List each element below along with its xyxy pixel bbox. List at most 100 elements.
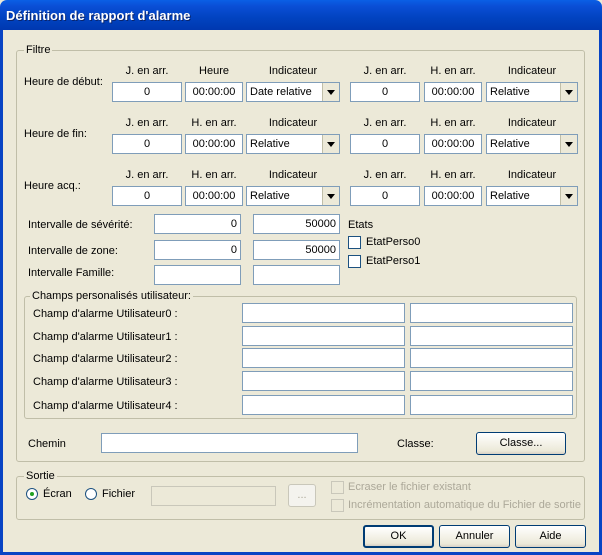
increment-label[interactable]: Incrémentation automatique du Fichier de… (348, 499, 581, 511)
champ-user4-input-1[interactable] (242, 395, 405, 415)
ecran-label[interactable]: Écran (43, 488, 72, 500)
fin-indicateur-2-select[interactable]: Relative (486, 134, 578, 154)
heure-debut-label: Heure de début: (24, 76, 103, 88)
header-indicateur-1: Indicateur (268, 169, 318, 181)
etat-perso1-checkbox[interactable] (348, 255, 361, 268)
fichier-path-input[interactable] (151, 486, 276, 506)
header-h-arr-2: H. en arr. (430, 117, 476, 129)
ecraser-label[interactable]: Ecraser le fichier existant (348, 481, 471, 493)
champ-user3-input-1[interactable] (242, 371, 405, 391)
browse-button[interactable]: ... (288, 484, 316, 507)
famille-label: Intervalle Famille: (28, 267, 115, 279)
fin-indicateur-value: Relative (250, 138, 290, 150)
header-j-arr-1: J. en arr. (125, 117, 169, 129)
classe-label: Classe: (397, 438, 434, 450)
alarm-report-dialog: Définition de rapport d'alarme Filtre J.… (0, 0, 602, 555)
severite-label: Intervalle de sévérité: (28, 219, 133, 231)
fin-h-arr-2-input[interactable]: 00:00:00 (424, 134, 482, 154)
chevron-down-icon[interactable] (560, 83, 577, 101)
header-h-arr-2: H. en arr. (430, 65, 476, 77)
fin-j-arr-2-input[interactable]: 0 (350, 134, 420, 154)
acq-indicateur-2-select[interactable]: Relative (486, 186, 578, 206)
debut-heure-input[interactable]: 00:00:00 (185, 82, 243, 102)
acq-j-arr-input[interactable]: 0 (112, 186, 182, 206)
zone-max-input[interactable]: 50000 (253, 240, 340, 260)
header-indicateur-2: Indicateur (507, 169, 557, 181)
aide-button[interactable]: Aide (515, 525, 586, 548)
champ-user2-input-1[interactable] (242, 348, 405, 368)
header-indicateur-2: Indicateur (507, 117, 557, 129)
fin-j-arr-input[interactable]: 0 (112, 134, 182, 154)
debut-h-arr-2-input[interactable]: 00:00:00 (424, 82, 482, 102)
window-title: Définition de rapport d'alarme (6, 8, 191, 23)
heure-fin-label: Heure de fin: (24, 128, 87, 140)
classe-button[interactable]: Classe... (476, 432, 566, 455)
debut-indicateur-value: Date relative (250, 86, 312, 98)
champ-user1-input-1[interactable] (242, 326, 405, 346)
header-j-arr-1: J. en arr. (125, 169, 169, 181)
famille-max-input[interactable] (253, 265, 340, 285)
header-heure: Heure (199, 65, 229, 77)
famille-min-input[interactable] (154, 265, 241, 285)
acq-h-arr-input[interactable]: 00:00:00 (185, 186, 243, 206)
zone-min-input[interactable]: 0 (154, 240, 241, 260)
header-h-arr-1: H. en arr. (191, 169, 237, 181)
ecran-radio[interactable] (26, 488, 38, 500)
filtre-legend: Filtre (24, 44, 53, 56)
heure-acq-label: Heure acq.: (24, 180, 81, 192)
chemin-input[interactable] (101, 433, 358, 453)
acq-indicateur-2-value: Relative (490, 190, 530, 202)
champ-user2-label: Champ d'alarme Utilisateur2 : (33, 353, 178, 365)
header-h-arr-1: H. en arr. (191, 117, 237, 129)
header-h-arr-2: H. en arr. (430, 169, 476, 181)
acq-indicateur-value: Relative (250, 190, 290, 202)
increment-checkbox[interactable] (331, 499, 344, 512)
title-bar[interactable]: Définition de rapport d'alarme (0, 0, 602, 30)
fichier-label[interactable]: Fichier (102, 488, 135, 500)
debut-indicateur-2-value: Relative (490, 86, 530, 98)
chevron-down-icon[interactable] (322, 83, 339, 101)
champ-user2-input-2[interactable] (410, 348, 573, 368)
header-j-arr-2: J. en arr. (363, 65, 407, 77)
acq-h-arr-2-input[interactable]: 00:00:00 (424, 186, 482, 206)
champ-user0-input-1[interactable] (242, 303, 405, 323)
sortie-legend: Sortie (24, 470, 57, 482)
debut-indicateur-select[interactable]: Date relative (246, 82, 340, 102)
fin-h-arr-input[interactable]: 00:00:00 (185, 134, 243, 154)
champ-user3-label: Champ d'alarme Utilisateur3 : (33, 376, 178, 388)
severite-min-input[interactable]: 0 (154, 214, 241, 234)
fin-indicateur-select[interactable]: Relative (246, 134, 340, 154)
champs-legend: Champs personalisés utilisateur: (30, 290, 193, 302)
champ-user0-input-2[interactable] (410, 303, 573, 323)
etat-perso0-label[interactable]: EtatPerso0 (366, 236, 420, 248)
champ-user4-label: Champ d'alarme Utilisateur4 : (33, 400, 178, 412)
annuler-button[interactable]: Annuler (439, 525, 510, 548)
chemin-label: Chemin (28, 438, 66, 450)
chevron-down-icon[interactable] (322, 187, 339, 205)
ecraser-checkbox[interactable] (331, 481, 344, 494)
fichier-radio[interactable] (85, 488, 97, 500)
champ-user0-label: Champ d'alarme Utilisateur0 : (33, 308, 178, 320)
debut-j-arr-2-input[interactable]: 0 (350, 82, 420, 102)
header-j-arr-2: J. en arr. (363, 169, 407, 181)
header-indicateur-2: Indicateur (507, 65, 557, 77)
ok-button[interactable]: OK (363, 525, 434, 548)
chevron-down-icon[interactable] (322, 135, 339, 153)
fin-indicateur-2-value: Relative (490, 138, 530, 150)
acq-j-arr-2-input[interactable]: 0 (350, 186, 420, 206)
acq-indicateur-select[interactable]: Relative (246, 186, 340, 206)
debut-j-arr-input[interactable]: 0 (112, 82, 182, 102)
etat-perso0-checkbox[interactable] (348, 236, 361, 249)
champ-user1-input-2[interactable] (410, 326, 573, 346)
radio-selected-dot (30, 492, 34, 496)
header-j-arr-1: J. en arr. (125, 65, 169, 77)
champ-user3-input-2[interactable] (410, 371, 573, 391)
debut-indicateur-2-select[interactable]: Relative (486, 82, 578, 102)
window-frame-left (0, 30, 3, 555)
champ-user4-input-2[interactable] (410, 395, 573, 415)
etat-perso1-label[interactable]: EtatPerso1 (366, 255, 420, 267)
chevron-down-icon[interactable] (560, 135, 577, 153)
chevron-down-icon[interactable] (560, 187, 577, 205)
header-j-arr-2: J. en arr. (363, 117, 407, 129)
severite-max-input[interactable]: 50000 (253, 214, 340, 234)
